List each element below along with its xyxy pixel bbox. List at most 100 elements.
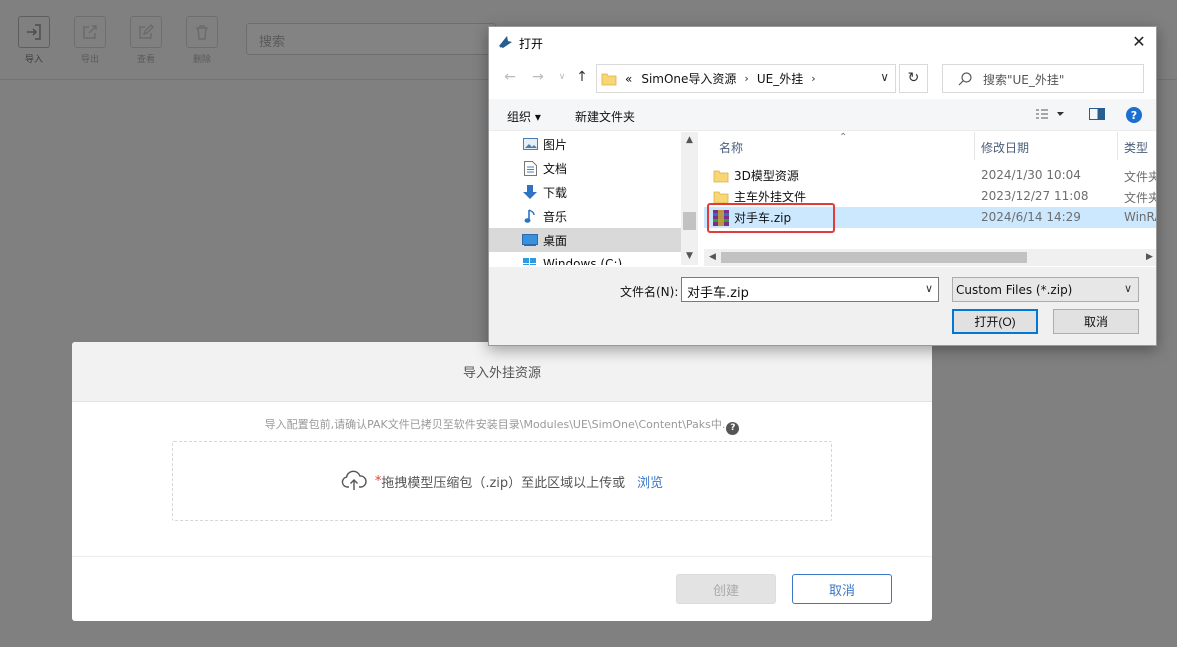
tree-item-music[interactable]: 音乐 xyxy=(489,204,681,228)
tree-item-downloads[interactable]: 下载 xyxy=(489,180,681,204)
filetype-value: Custom Files (*.zip) xyxy=(956,283,1073,297)
modal-footer: 创建 取消 xyxy=(72,556,932,621)
tree-scrollbar[interactable]: ▲ ▼ xyxy=(681,132,698,265)
hscroll-thumb[interactable] xyxy=(721,252,1027,263)
address-dropdown-icon[interactable]: ∨ xyxy=(880,70,889,84)
column-name[interactable]: 名称 xyxy=(719,139,743,156)
new-folder-button[interactable]: 新建文件夹 xyxy=(575,108,635,125)
tree-item-label: 下载 xyxy=(543,185,568,200)
tree-item-label: 音乐 xyxy=(543,209,568,224)
import-tool[interactable]: 导入 xyxy=(17,16,51,65)
column-divider[interactable] xyxy=(974,132,975,160)
breadcrumb-separator: › xyxy=(744,72,749,85)
tree-item-drive-c[interactable]: Windows (C:) xyxy=(489,252,681,265)
file-row[interactable]: 3D模型资源 2024/1/30 10:04 文件夹 xyxy=(704,165,1157,186)
desktop-icon xyxy=(522,234,538,246)
folder-search-placeholder: 搜索"UE_外挂" xyxy=(983,73,1065,87)
preview-pane-icon[interactable] xyxy=(1088,106,1106,125)
scroll-left-icon[interactable]: ◀ xyxy=(704,249,721,266)
column-date[interactable]: 修改日期 xyxy=(981,139,1029,156)
file-open-dialog: 打开 ✕ ← → ∨ ↑ « SimOne导入资源 › UE_外挂 › ∨ ↻ … xyxy=(488,26,1157,346)
file-type: 文件夹 xyxy=(1124,170,1157,184)
pictures-icon xyxy=(522,138,538,150)
back-arrow-icon[interactable]: ← xyxy=(501,68,519,86)
dialog-titlebar: 打开 ✕ xyxy=(489,27,1156,58)
help-icon[interactable]: ? xyxy=(726,422,740,435)
export-label: 导出 xyxy=(80,55,99,65)
modal-title: 导入外挂资源 xyxy=(72,342,932,402)
music-icon xyxy=(524,208,535,223)
folder-icon xyxy=(601,73,617,85)
delete-tool[interactable]: 删除 xyxy=(185,16,219,65)
up-arrow-icon[interactable]: ↑ xyxy=(573,68,591,86)
folder-icon xyxy=(713,191,729,203)
filetype-select[interactable]: Custom Files (*.zip) ∨ xyxy=(952,277,1139,302)
breadcrumb-part-2[interactable]: UE_外挂 xyxy=(757,70,803,87)
column-divider[interactable] xyxy=(1117,132,1118,160)
navigation-tree: 图片 文档 下载 音乐 桌面 Windows (C:) xyxy=(489,132,699,265)
dialog-cancel-button[interactable]: 取消 xyxy=(1053,309,1139,334)
filename-dropdown-icon[interactable]: ∨ xyxy=(925,282,933,295)
file-type: 文件夹 xyxy=(1124,191,1157,205)
delete-icon xyxy=(196,25,208,40)
tree-scroll-thumb[interactable] xyxy=(683,212,696,230)
recent-locations-chevron-icon[interactable]: ∨ xyxy=(553,68,571,86)
documents-icon xyxy=(523,160,537,176)
export-icon xyxy=(83,25,97,39)
red-annotation-box xyxy=(707,203,835,233)
tree-item-pictures[interactable]: 图片 xyxy=(489,132,681,156)
file-type: WinRAR xyxy=(1124,210,1156,224)
forward-arrow-icon[interactable]: → xyxy=(529,68,547,86)
upload-dropzone[interactable]: * 拖拽模型压缩包（.zip）至此区域以上传或 浏览 xyxy=(172,441,832,521)
create-button[interactable]: 创建 xyxy=(676,574,776,604)
open-button[interactable]: 打开(O) xyxy=(952,309,1038,334)
downloads-icon xyxy=(523,184,537,199)
view-icon xyxy=(139,24,154,39)
tree-item-desktop[interactable]: 桌面 xyxy=(489,228,681,252)
filename-input[interactable]: 对手车.zip ∨ xyxy=(681,277,939,302)
background-search-input[interactable]: 搜索 xyxy=(246,23,496,55)
tree-item-documents[interactable]: 文档 xyxy=(489,156,681,180)
scroll-up-icon[interactable]: ▲ xyxy=(681,132,698,149)
folder-search-input[interactable]: 搜索"UE_外挂" xyxy=(942,64,1144,93)
view-options-icon[interactable] xyxy=(1034,106,1064,125)
svg-text:?: ? xyxy=(1131,109,1137,122)
file-list-hscrollbar[interactable]: ◀ ▶ xyxy=(704,249,1156,266)
modal-hint: 导入配置包前,请确认PAK文件已拷贝至软件安装目录\Modules\UE\Sim… xyxy=(72,416,932,435)
sort-caret-icon: ⌃ xyxy=(839,132,848,143)
import-label: 导入 xyxy=(24,55,43,65)
organize-menu[interactable]: 组织 ▾ xyxy=(507,108,541,125)
file-list: ⌃ 名称 修改日期 类型 3D模型资源 2024/1/30 10:04 文件夹 … xyxy=(704,132,1157,265)
tree-item-label: 图片 xyxy=(543,137,568,152)
breadcrumb-separator: › xyxy=(811,72,816,85)
close-icon[interactable]: ✕ xyxy=(1128,31,1150,53)
cloud-upload-icon xyxy=(341,470,367,490)
filename-value: 对手车.zip xyxy=(687,286,749,301)
refresh-icon[interactable]: ↻ xyxy=(899,64,928,93)
app-icon xyxy=(499,36,512,48)
import-modal: 导入外挂资源 导入配置包前,请确认PAK文件已拷贝至软件安装目录\Modules… xyxy=(72,342,932,621)
filetype-dropdown-icon[interactable]: ∨ xyxy=(1124,282,1132,295)
scroll-right-icon[interactable]: ▶ xyxy=(1141,249,1156,266)
breadcrumb-part-1[interactable]: SimOne导入资源 xyxy=(641,70,736,87)
browse-link[interactable]: 浏览 xyxy=(637,472,663,491)
column-type[interactable]: 类型 xyxy=(1124,139,1148,156)
tree-item-label: Windows (C:) xyxy=(543,257,623,265)
export-tool[interactable]: 导出 xyxy=(73,16,107,65)
command-bar: 组织 ▾ 新建文件夹 ? xyxy=(489,99,1156,131)
view-tool[interactable]: 查看 xyxy=(129,16,163,65)
address-bar[interactable]: « SimOne导入资源 › UE_外挂 › ∨ xyxy=(596,64,896,93)
delete-label: 删除 xyxy=(192,55,211,65)
navigation-row: ← → ∨ ↑ « SimOne导入资源 › UE_外挂 › ∨ ↻ 搜索"UE… xyxy=(489,60,1156,96)
import-icon xyxy=(27,24,41,40)
tree-item-label: 桌面 xyxy=(543,233,568,248)
dialog-bottom-bar: 文件名(N): 对手车.zip ∨ Custom Files (*.zip) ∨… xyxy=(489,267,1156,345)
file-list-header: ⌃ 名称 修改日期 类型 xyxy=(704,132,1156,160)
cancel-button[interactable]: 取消 xyxy=(792,574,892,604)
file-name: 3D模型资源 xyxy=(734,169,799,183)
tree-item-label: 文档 xyxy=(543,161,568,176)
help-question-icon[interactable]: ? xyxy=(1125,106,1143,127)
breadcrumb-prefix[interactable]: « xyxy=(625,72,632,86)
view-label: 查看 xyxy=(136,55,155,65)
scroll-down-icon[interactable]: ▼ xyxy=(681,248,698,265)
